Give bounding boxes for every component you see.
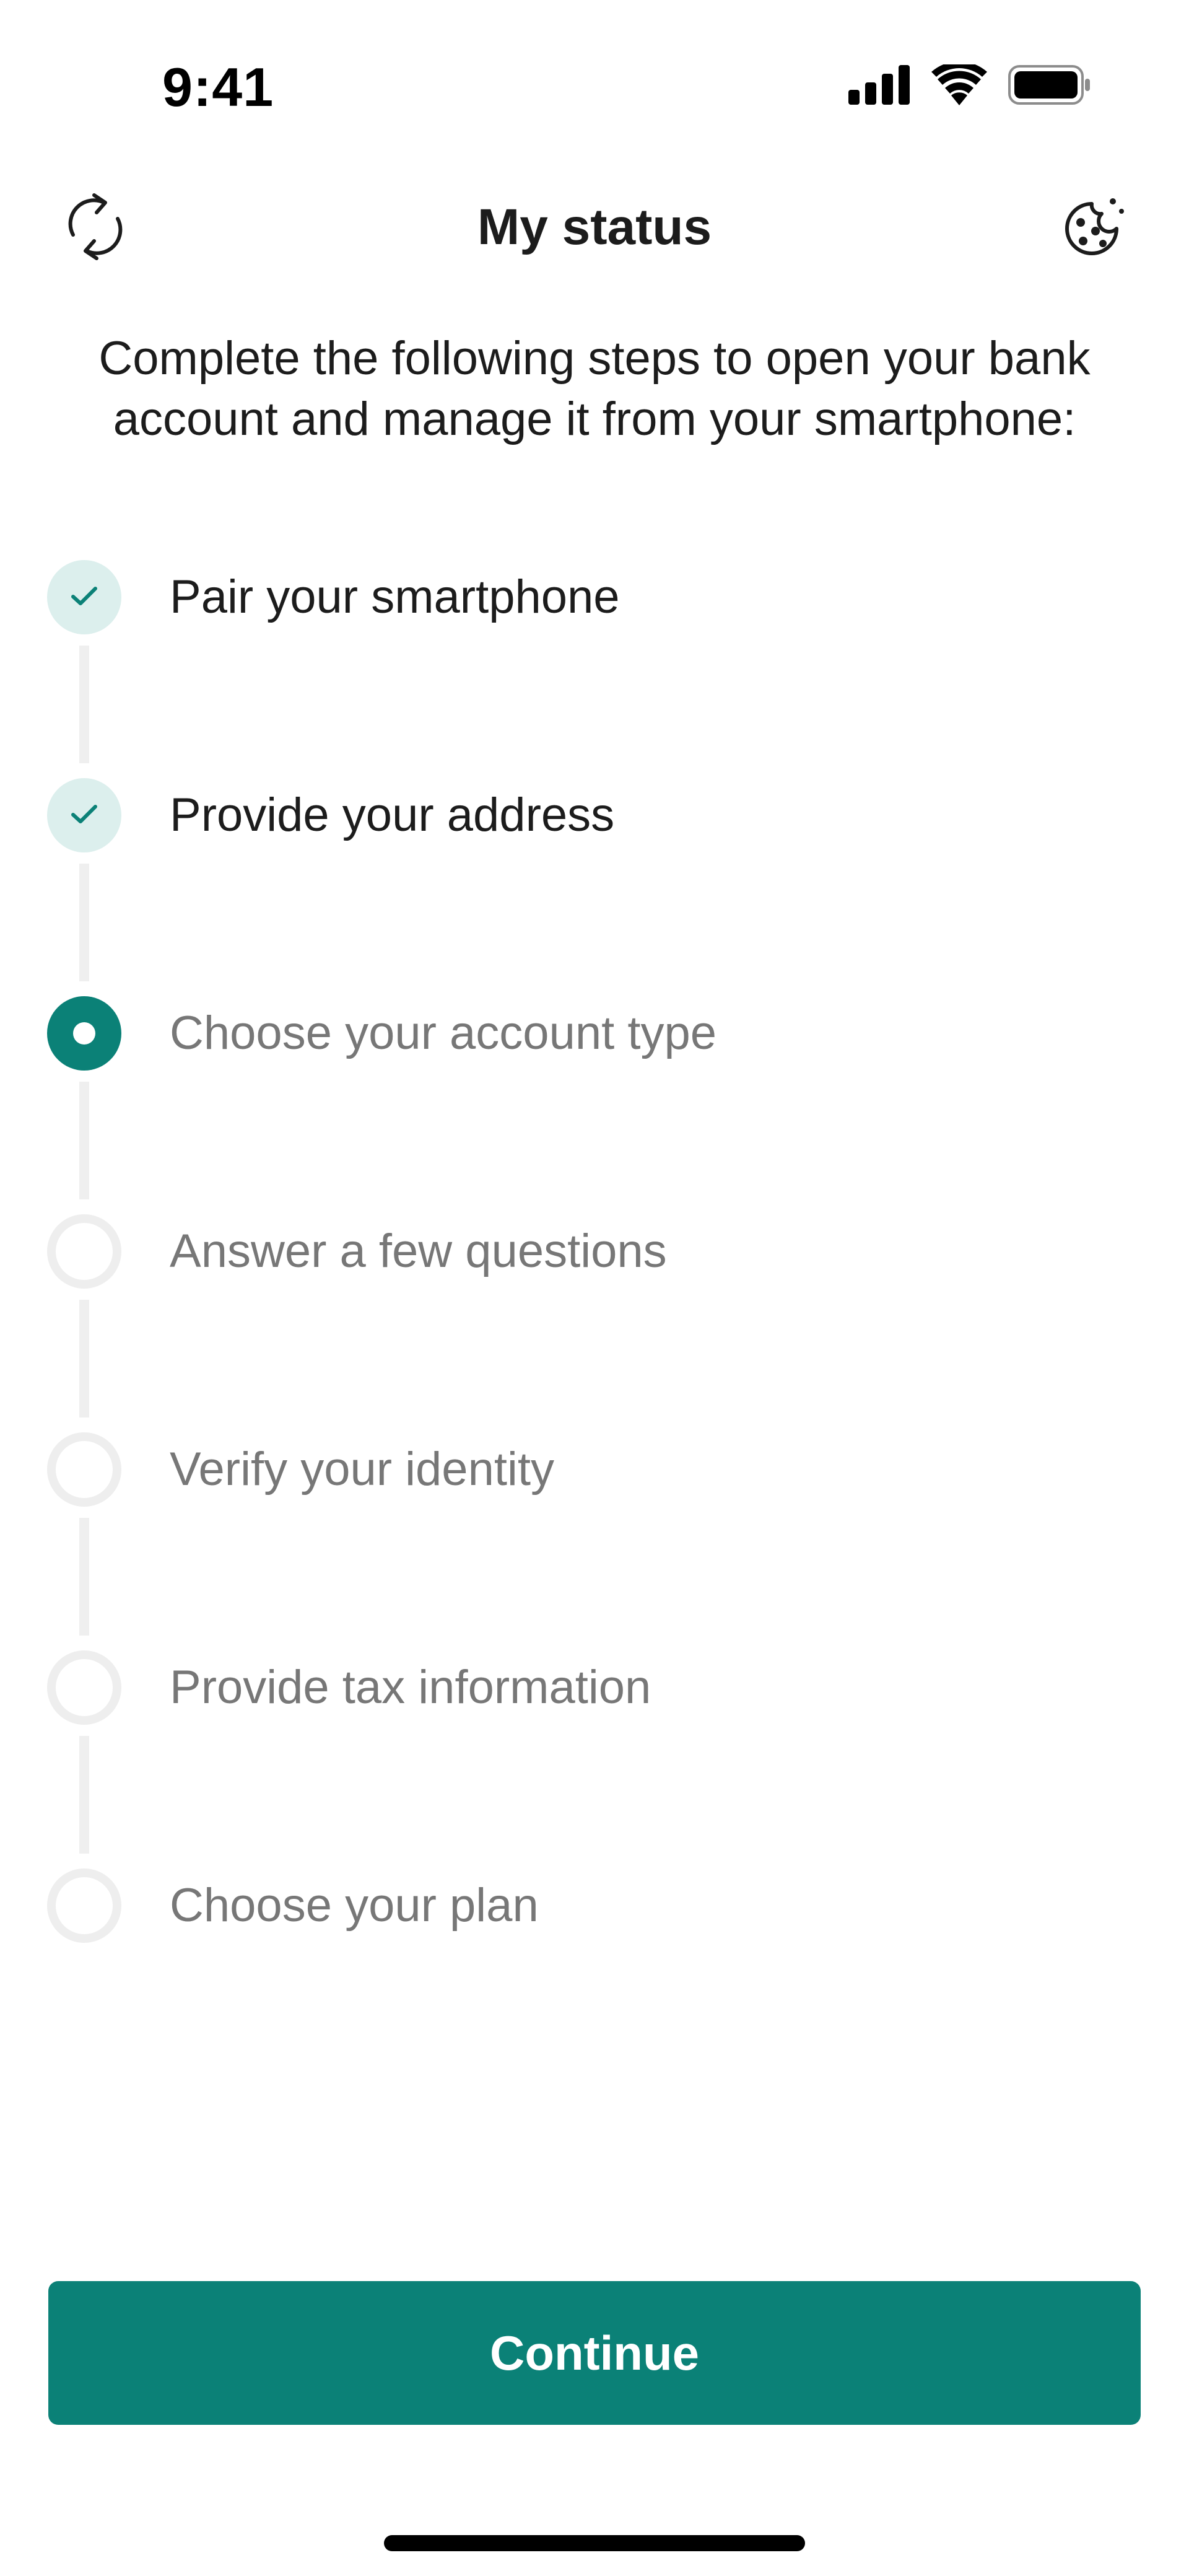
step-label: Verify your identity: [170, 1443, 554, 1496]
status-bar: 9:41: [0, 0, 1189, 161]
cookie-icon: [1060, 193, 1128, 264]
intro-text: Complete the following steps to open you…: [98, 332, 1091, 445]
checkmark-icon: [71, 804, 98, 828]
wifi-icon: [931, 61, 987, 108]
step-connector: [79, 864, 89, 981]
status-icons: [848, 61, 1090, 108]
step-label: Pair your smartphone: [170, 571, 620, 623]
battery-icon: [1008, 65, 1090, 108]
status-time: 9:41: [162, 56, 274, 118]
step-answer-questions: Answer a few questions: [47, 1214, 1137, 1289]
step-choose-account-type: Choose your account type: [47, 996, 1137, 1071]
checkmark-icon: [71, 585, 98, 610]
step-pending-marker: [47, 1432, 121, 1507]
step-verify-identity: Verify your identity: [47, 1432, 1137, 1507]
step-completed-marker: [47, 778, 121, 852]
step-connector: [79, 1300, 89, 1417]
step-pending-marker: [47, 1868, 121, 1943]
step-provide-address: Provide your address: [47, 778, 1137, 852]
step-current-marker: [47, 996, 121, 1071]
step-connector: [79, 646, 89, 763]
cellular-signal-icon: [848, 65, 910, 108]
step-label: Choose your account type: [170, 1007, 716, 1059]
step-connector: [79, 1082, 89, 1199]
step-label: Answer a few questions: [170, 1225, 667, 1277]
step-pending-marker: [47, 1650, 121, 1725]
continue-button[interactable]: Continue: [48, 2281, 1141, 2425]
home-indicator[interactable]: [384, 2535, 805, 2551]
page-title: My status: [477, 199, 712, 255]
step-provide-tax-information: Provide tax information: [47, 1650, 1137, 1725]
step-connector: [79, 1736, 89, 1854]
step-pair-smartphone: Pair your smartphone: [47, 560, 1137, 634]
step-pending-marker: [47, 1214, 121, 1289]
step-label: Provide your address: [170, 789, 615, 841]
header: My status: [0, 180, 1189, 279]
step-connector: [79, 1518, 89, 1636]
step-label: Choose your plan: [170, 1879, 539, 1932]
step-completed-marker: [47, 560, 121, 634]
current-dot-icon: [73, 1022, 95, 1045]
step-label: Provide tax information: [170, 1661, 651, 1714]
step-choose-plan: Choose your plan: [47, 1868, 1137, 1943]
cookie-settings-button[interactable]: [1050, 185, 1137, 271]
